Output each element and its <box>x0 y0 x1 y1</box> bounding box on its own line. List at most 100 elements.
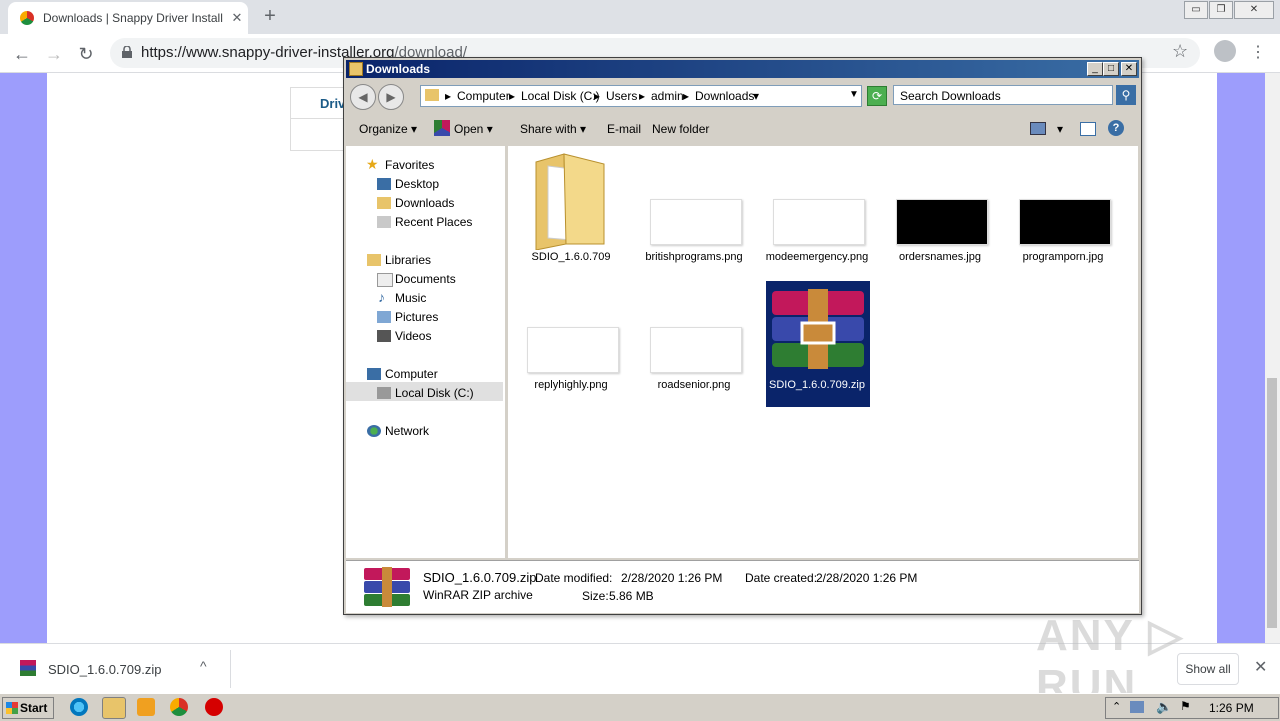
nav-music[interactable]: Music <box>395 291 426 305</box>
media-player-icon[interactable] <box>137 698 155 716</box>
search-input[interactable]: Search Downloads <box>893 85 1113 105</box>
nav-desktop[interactable]: Desktop <box>395 177 439 191</box>
download-item-name[interactable]: SDIO_1.6.0.709.zip <box>48 662 161 677</box>
maximize-button[interactable]: □ <box>1103 62 1119 76</box>
chevron-down-icon[interactable]: ▼ <box>849 89 859 100</box>
nav-local-disk[interactable]: Local Disk (C:) <box>395 386 474 400</box>
browser-tab[interactable]: Downloads | Snappy Driver Installer ✕ <box>8 2 248 34</box>
organize-button[interactable]: Organize ▾ <box>359 122 417 136</box>
libraries-icon <box>367 254 381 266</box>
file-name: modeemergency.png <box>765 251 869 263</box>
file-item[interactable]: roadsenior.png <box>635 281 753 406</box>
clock[interactable]: 1:26 PM <box>1209 701 1254 715</box>
explorer-title: Downloads <box>366 62 431 76</box>
nav-network[interactable]: Network <box>385 424 429 438</box>
file-item[interactable]: ordersnames.jpg <box>881 146 999 271</box>
explorer-address-bar[interactable]: ▸ Computer ▸ Local Disk (C:) ▸ Users ▸ a… <box>420 85 862 107</box>
nav-libraries[interactable]: Libraries <box>385 253 431 267</box>
breadcrumb-users[interactable]: Users <box>606 89 637 103</box>
flag-icon[interactable]: ⚑ <box>1180 699 1191 713</box>
file-name: programporn.jpg <box>1022 251 1104 263</box>
taskbar: Start ⌃ 🔈 ⚑ 1:26 PM <box>0 693 1280 721</box>
site-favicon-icon <box>20 11 34 25</box>
file-name: replyhighly.png <box>534 379 608 391</box>
internet-explorer-icon[interactable] <box>70 698 88 716</box>
start-button[interactable]: Start <box>2 697 54 719</box>
share-with-button[interactable]: Share with ▾ <box>520 122 586 136</box>
nav-computer[interactable]: Computer <box>385 367 438 381</box>
window-close-button[interactable]: ✕ <box>1234 1 1274 19</box>
image-thumbnail <box>527 327 619 373</box>
breadcrumb-admin[interactable]: admin <box>651 89 684 103</box>
forward-button[interactable]: ▶ <box>378 84 404 110</box>
stop-sign-icon[interactable] <box>205 698 223 716</box>
close-button[interactable]: ✕ <box>1121 62 1137 76</box>
nav-documents[interactable]: Documents <box>395 272 456 286</box>
email-button[interactable]: E-mail <box>607 122 641 136</box>
divider <box>291 118 351 119</box>
date-created-value: 2/28/2020 1:26 PM <box>816 571 918 585</box>
page-scrollbar-thumb[interactable] <box>1267 378 1277 628</box>
details-pane: SDIO_1.6.0.709.zip WinRAR ZIP archive Da… <box>346 560 1139 613</box>
breadcrumb-computer[interactable]: Computer <box>457 89 510 103</box>
open-button[interactable]: Open ▾ <box>454 122 493 136</box>
chevron-up-icon[interactable]: ^ <box>200 658 207 674</box>
file-item[interactable]: SDIO_1.6.0.709 <box>512 146 630 271</box>
reload-button[interactable]: ↻ <box>74 42 98 66</box>
nav-pictures[interactable]: Pictures <box>395 310 438 324</box>
breadcrumb-downloads[interactable]: Downloads <box>695 89 754 103</box>
nav-downloads[interactable]: Downloads <box>395 196 454 210</box>
network-tray-icon[interactable] <box>1130 701 1144 713</box>
lock-icon <box>122 46 132 58</box>
show-all-button[interactable]: Show all <box>1177 653 1239 685</box>
breadcrumb-separator: ▸ <box>509 89 516 103</box>
help-icon[interactable]: ? <box>1108 120 1124 136</box>
close-shelf-icon[interactable]: ✕ <box>1254 657 1267 677</box>
breadcrumb-separator: ▸ <box>594 89 601 103</box>
command-bar: Organize ▾ Open ▾ Share with ▾ E-mail Ne… <box>346 114 1139 144</box>
system-tray: ⌃ 🔈 ⚑ 1:26 PM <box>1105 697 1279 719</box>
bookmark-star-icon[interactable]: ☆ <box>1172 41 1188 62</box>
divider <box>230 650 231 688</box>
search-icon[interactable]: ⚲ <box>1116 85 1136 105</box>
browser-menu-icon[interactable]: ⋮ <box>1250 42 1266 62</box>
nav-favorites[interactable]: Favorites <box>385 158 434 172</box>
desktop-icon <box>377 178 391 190</box>
window-minimize-button[interactable]: ▭ <box>1184 1 1208 19</box>
network-icon <box>367 425 381 437</box>
file-item[interactable]: replyhighly.png <box>512 281 630 406</box>
chevron-down-icon[interactable]: ▾ <box>1057 122 1063 136</box>
refresh-icon[interactable]: ⟳ <box>867 86 887 106</box>
image-thumbnail <box>650 199 742 245</box>
new-folder-button[interactable]: New folder <box>652 122 709 136</box>
breadcrumb-local-disk[interactable]: Local Disk (C:) <box>521 89 600 103</box>
file-item[interactable]: programporn.jpg <box>1004 146 1122 271</box>
tab-close-icon[interactable]: ✕ <box>227 8 247 28</box>
folder-icon <box>535 153 605 250</box>
winrar-archive-icon <box>772 289 864 369</box>
tray-expand-icon[interactable]: ⌃ <box>1112 700 1121 713</box>
new-tab-button[interactable]: + <box>258 4 282 28</box>
explorer-title-bar[interactable]: Downloads _ □ ✕ <box>346 60 1139 78</box>
page-partial-text[interactable]: Driv <box>320 96 345 111</box>
breadcrumb-separator: ▸ <box>445 89 452 103</box>
explorer-taskbar-icon[interactable] <box>102 697 126 719</box>
tab-title: Downloads | Snappy Driver Installer <box>43 11 223 25</box>
file-item-selected[interactable]: SDIO_1.6.0.709.zip <box>758 281 876 406</box>
file-item[interactable]: modeemergency.png <box>758 146 876 271</box>
volume-icon[interactable]: 🔈 <box>1156 699 1172 715</box>
nav-videos[interactable]: Videos <box>395 329 431 343</box>
back-button[interactable]: ← <box>10 42 34 66</box>
size-value: 5.86 MB <box>609 589 654 603</box>
view-options-icon[interactable] <box>1030 122 1046 135</box>
preview-pane-icon[interactable] <box>1080 122 1096 136</box>
chrome-icon[interactable] <box>170 698 188 716</box>
window-maximize-button[interactable]: ❐ <box>1209 1 1233 19</box>
minimize-button[interactable]: _ <box>1087 62 1103 76</box>
back-button[interactable]: ◀ <box>350 84 376 110</box>
navigation-pane: ★ Favorites Desktop Downloads Recent Pla… <box>346 146 508 558</box>
file-item[interactable]: britishprograms.png <box>635 146 753 271</box>
forward-button[interactable]: → <box>42 42 66 66</box>
nav-recent-places[interactable]: Recent Places <box>395 215 472 229</box>
profile-avatar-icon[interactable] <box>1214 40 1236 62</box>
